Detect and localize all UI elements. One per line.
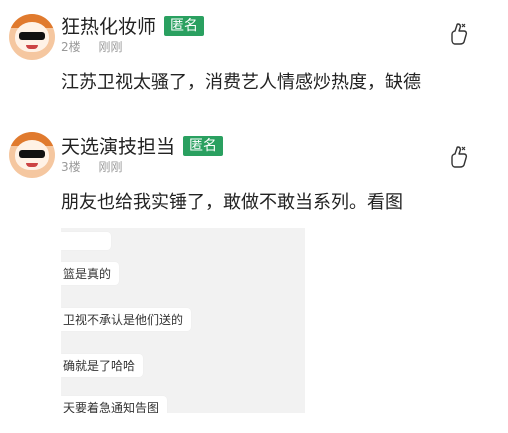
attached-chat-image[interactable]: 篮是真的 卫视不承认是他们送的 确就是了哈哈 天要着急通知告图 <box>61 228 305 413</box>
floor-number: 3楼 <box>61 160 81 174</box>
comment-meta: 3楼 刚刚 <box>61 158 122 175</box>
chat-message <box>61 232 111 250</box>
anonymous-badge: 匿名 <box>183 135 224 156</box>
floor-number: 2楼 <box>61 40 81 54</box>
comment-meta: 2楼 刚刚 <box>61 38 122 55</box>
chat-message: 篮是真的 <box>61 262 120 285</box>
chat-message: 卫视不承认是他们送的 <box>61 308 192 331</box>
timestamp: 刚刚 <box>98 40 123 54</box>
anonymous-badge: 匿名 <box>164 15 205 36</box>
username[interactable]: 狂热化妆师 <box>61 12 156 39</box>
hand-heart-icon <box>451 23 468 45</box>
timestamp: 刚刚 <box>98 160 123 174</box>
like-button[interactable] <box>447 21 471 47</box>
username[interactable]: 天选演技担当 <box>61 132 175 159</box>
comment-text: 朋友也给我实锤了，敢做不敢当系列。看图 <box>61 192 403 213</box>
chat-message: 确就是了哈哈 <box>61 354 144 377</box>
like-button[interactable] <box>447 144 471 170</box>
avatar[interactable] <box>9 14 55 60</box>
comment-text: 江苏卫视太骚了，消费艺人情感炒热度，缺德 <box>61 72 421 93</box>
comment-header: 天选演技担当 匿名 <box>61 132 224 159</box>
hand-heart-icon <box>451 146 468 168</box>
chat-message: 天要着急通知告图 <box>61 396 168 413</box>
comment-header: 狂热化妆师 匿名 <box>61 12 205 39</box>
avatar[interactable] <box>9 132 55 178</box>
